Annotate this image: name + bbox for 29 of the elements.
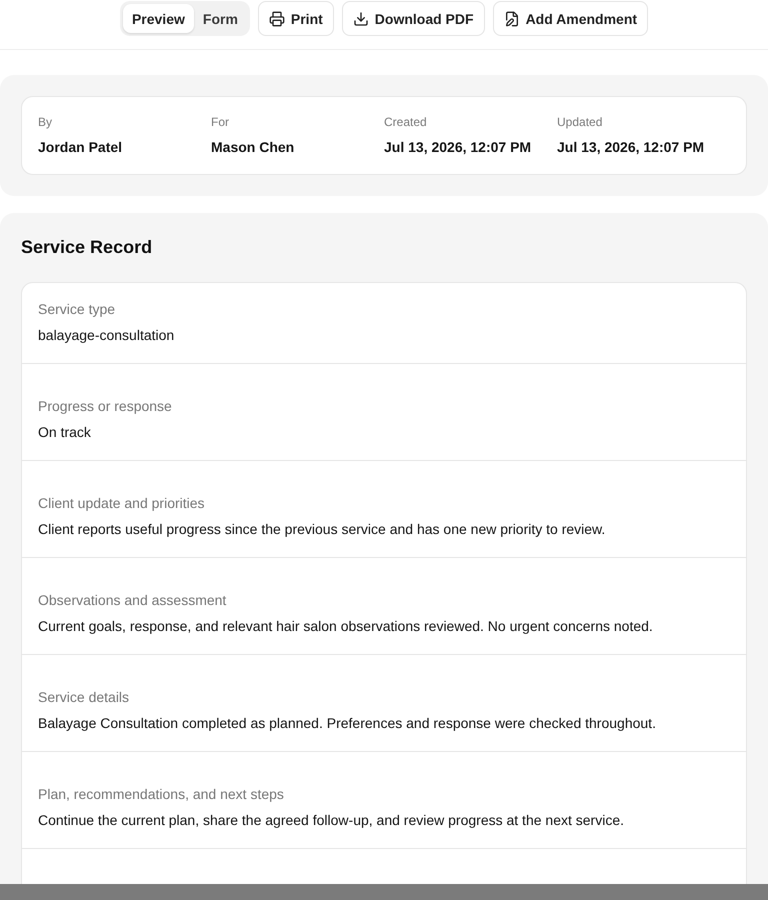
meta-value: Jul 13, 2026, 12:07 PM	[384, 138, 532, 156]
field-value: balayage-consultation	[38, 326, 176, 345]
meta-label: Created	[384, 114, 428, 130]
document-pencil-icon	[504, 10, 520, 26]
meta-label: By	[38, 114, 54, 130]
field-value: Continue the current plan, share the agreed follow-up, and review progress at the next service.	[38, 811, 625, 830]
meta-label: For	[211, 114, 230, 130]
field-label: Plan, recommendations, and next steps	[38, 785, 285, 804]
meta-label: Updated	[557, 114, 604, 130]
field-value: On track	[38, 423, 92, 442]
print-button[interactable]: Print	[258, 1, 334, 36]
section-title: Service Record	[21, 236, 154, 259]
download-icon	[352, 10, 369, 26]
meta-value: Jul 13, 2026, 12:07 PM	[557, 138, 706, 156]
download-button[interactable]: Download PDF	[342, 1, 485, 36]
field-label: Observations and assessment	[38, 591, 228, 610]
field-value: Balayage Consultation completed as planned. Preferences and response were checked throughout.	[38, 714, 657, 733]
meta-value: Jordan Patel	[38, 138, 124, 156]
field-value: Current goals, response, and relevant hair salon observations reviewed. No urgent concerns noted.	[38, 617, 654, 636]
amend-button[interactable]: Add Amendment	[492, 1, 648, 36]
printer-icon	[268, 10, 285, 26]
field-label: Progress or response	[38, 397, 173, 416]
field-label: Service details	[38, 688, 130, 707]
view-tab[interactable]: Preview	[122, 4, 194, 33]
field-label: Service type	[38, 300, 116, 319]
meta-value: Mason Chen	[211, 138, 296, 156]
field-label: Client update and priorities	[38, 494, 206, 513]
field-value: Client reports useful progress since the previous service and has one new priority to review.	[38, 520, 606, 539]
view-tab[interactable]: Form	[194, 4, 247, 33]
